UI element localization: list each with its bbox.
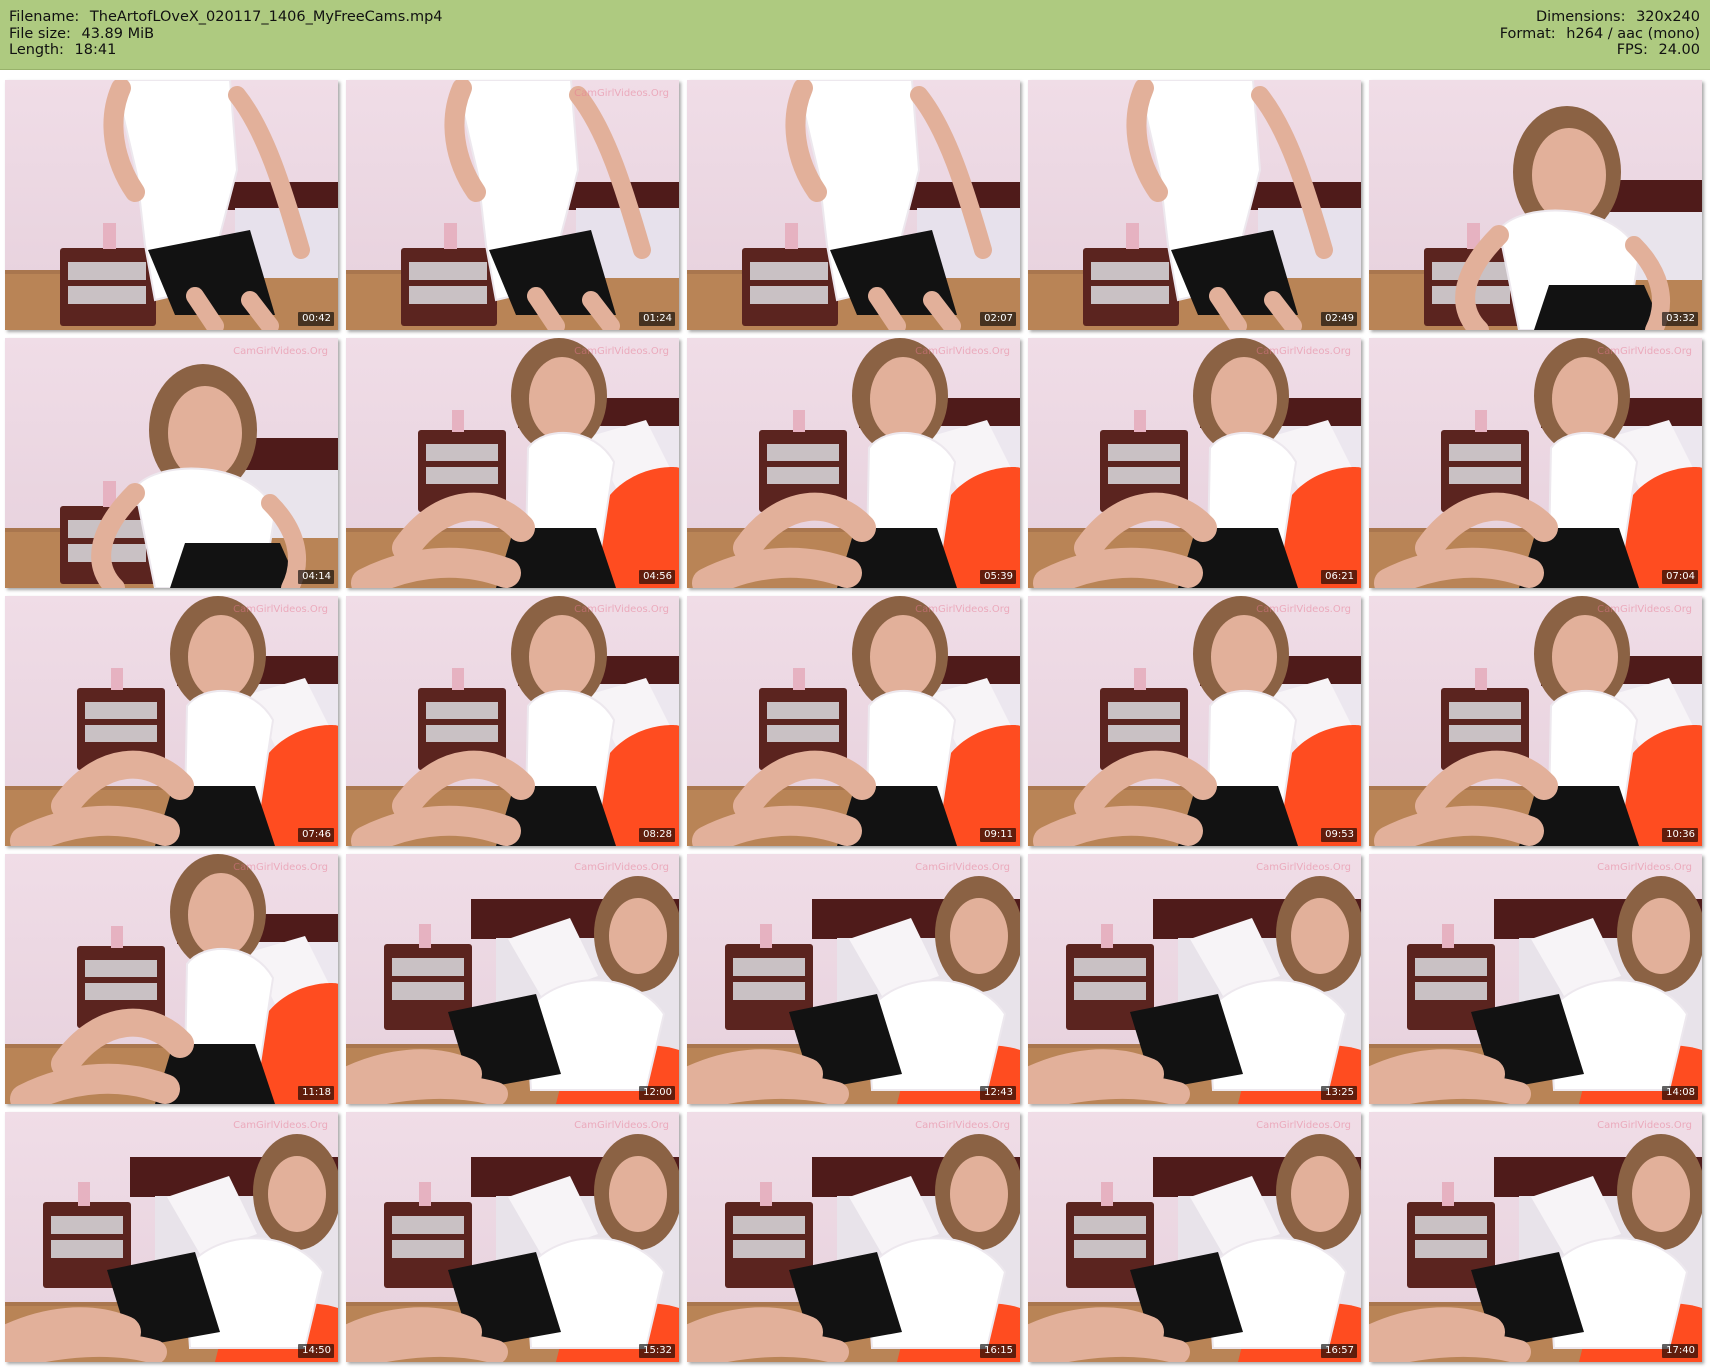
length-value: 18:41: [74, 42, 117, 58]
format-label: Format:: [1499, 25, 1556, 42]
video-thumbnail[interactable]: CamGirlVideos.Org 07:46: [5, 596, 338, 846]
video-thumbnail[interactable]: CamGirlVideos.Org 09:53: [1028, 596, 1361, 846]
video-thumbnail[interactable]: CamGirlVideos.Org 08:28: [346, 596, 679, 846]
video-thumbnail[interactable]: CamGirlVideos.Org 17:40: [1369, 1112, 1702, 1362]
thumbnail-timestamp: 06:21: [1321, 570, 1357, 584]
watermark-text: CamGirlVideos.Org: [1597, 604, 1692, 615]
thumbnail-timestamp: 14:08: [1662, 1086, 1698, 1100]
video-thumbnail[interactable]: CamGirlVideos.Org 07:04: [1369, 338, 1702, 588]
video-thumbnail[interactable]: 03:32: [1369, 80, 1702, 330]
video-thumbnail[interactable]: CamGirlVideos.Org 06:21: [1028, 338, 1361, 588]
watermark-text: CamGirlVideos.Org: [1597, 346, 1692, 357]
video-thumbnail[interactable]: CamGirlVideos.Org 16:15: [687, 1112, 1020, 1362]
watermark-text: CamGirlVideos.Org: [1256, 862, 1351, 873]
length-row: Length: 18:41: [9, 42, 443, 59]
watermark-text: CamGirlVideos.Org: [1256, 346, 1351, 357]
video-thumbnail[interactable]: CamGirlVideos.Org 12:43: [687, 854, 1020, 1104]
fps-row: FPS: 24.00: [1500, 42, 1700, 59]
watermark-text: CamGirlVideos.Org: [1597, 1120, 1692, 1131]
thumbnail-timestamp: 12:00: [639, 1086, 675, 1100]
video-thumbnail[interactable]: CamGirlVideos.Org 01:24: [346, 80, 679, 330]
format-row: Format: h264 / aac (mono): [1500, 26, 1700, 43]
thumbnail-timestamp: 05:39: [980, 570, 1016, 584]
watermark-text: CamGirlVideos.Org: [233, 1120, 328, 1131]
filesize-row: File size: 43.89 MiB: [9, 26, 443, 43]
watermark-text: CamGirlVideos.Org: [574, 862, 669, 873]
video-thumbnail[interactable]: CamGirlVideos.Org 14:50: [5, 1112, 338, 1362]
watermark-text: CamGirlVideos.Org: [915, 346, 1010, 357]
dimensions-label: Dimensions:: [1535, 9, 1626, 25]
thumbnail-timestamp: 12:43: [980, 1086, 1016, 1100]
filesize-label: File size:: [9, 25, 71, 42]
thumbnail-timestamp: 10:36: [1662, 828, 1698, 842]
thumbnail-timestamp: 02:07: [980, 312, 1016, 326]
fps-value: 24.00: [1658, 42, 1700, 58]
thumbnail-timestamp: 08:28: [639, 828, 675, 842]
video-thumbnail[interactable]: CamGirlVideos.Org 04:56: [346, 338, 679, 588]
thumbnail-timestamp: 09:11: [980, 828, 1016, 842]
watermark-text: CamGirlVideos.Org: [1256, 604, 1351, 615]
thumbnail-timestamp: 09:53: [1321, 828, 1357, 842]
thumbnail-timestamp: 07:04: [1662, 570, 1698, 584]
format-value: h264 / aac (mono): [1566, 25, 1700, 42]
video-thumbnail[interactable]: CamGirlVideos.Org 09:11: [687, 596, 1020, 846]
watermark-text: CamGirlVideos.Org: [1597, 862, 1692, 873]
thumbnail-timestamp: 04:56: [639, 570, 675, 584]
filesize-value: 43.89 MiB: [81, 25, 155, 42]
file-info-right: Dimensions: 320x240 Format: h264 / aac (…: [1500, 9, 1700, 59]
dimensions-row: Dimensions: 320x240: [1500, 9, 1700, 26]
watermark-text: CamGirlVideos.Org: [1256, 1120, 1351, 1131]
video-thumbnail[interactable]: 02:49: [1028, 80, 1361, 330]
thumbnail-timestamp: 00:42: [298, 312, 334, 326]
watermark-text: CamGirlVideos.Org: [915, 604, 1010, 615]
length-label: Length:: [9, 42, 64, 58]
thumbnail-timestamp: 14:50: [298, 1344, 334, 1358]
watermark-text: CamGirlVideos.Org: [574, 604, 669, 615]
watermark-text: CamGirlVideos.Org: [233, 346, 328, 357]
thumbnail-timestamp: 11:18: [298, 1086, 334, 1100]
video-thumbnail[interactable]: CamGirlVideos.Org 14:08: [1369, 854, 1702, 1104]
dimensions-value: 320x240: [1636, 9, 1700, 25]
filename-label: Filename:: [9, 9, 80, 25]
video-thumbnail[interactable]: CamGirlVideos.Org 10:36: [1369, 596, 1702, 846]
watermark-text: CamGirlVideos.Org: [574, 1120, 669, 1131]
video-thumbnail[interactable]: CamGirlVideos.Org 05:39: [687, 338, 1020, 588]
video-thumbnail[interactable]: CamGirlVideos.Org 15:32: [346, 1112, 679, 1362]
fps-label: FPS:: [1616, 42, 1648, 58]
thumbnail-timestamp: 17:40: [1662, 1344, 1698, 1358]
thumbnail-timestamp: 16:15: [980, 1344, 1016, 1358]
video-thumbnail[interactable]: CamGirlVideos.Org 12:00: [346, 854, 679, 1104]
filename-row: Filename: TheArtofLOveX_020117_1406_MyFr…: [9, 9, 443, 26]
thumbnail-timestamp: 03:32: [1662, 312, 1698, 326]
watermark-text: CamGirlVideos.Org: [574, 88, 669, 99]
watermark-text: CamGirlVideos.Org: [574, 346, 669, 357]
video-thumbnail[interactable]: CamGirlVideos.Org 16:57: [1028, 1112, 1361, 1362]
video-thumbnail[interactable]: CamGirlVideos.Org 13:25: [1028, 854, 1361, 1104]
thumbnail-timestamp: 15:32: [639, 1344, 675, 1358]
video-info-header: Filename: TheArtofLOveX_020117_1406_MyFr…: [0, 0, 1710, 70]
thumbnail-timestamp: 16:57: [1321, 1344, 1357, 1358]
thumbnail-timestamp: 13:25: [1321, 1086, 1357, 1100]
watermark-text: CamGirlVideos.Org: [915, 1120, 1010, 1131]
watermark-text: CamGirlVideos.Org: [233, 604, 328, 615]
thumbnail-grid: 00:42 CamGirlVideos.Org 01:24 02:07 02:4…: [5, 80, 1705, 1362]
thumbnail-timestamp: 02:49: [1321, 312, 1357, 326]
thumbnail-timestamp: 01:24: [639, 312, 675, 326]
watermark-text: CamGirlVideos.Org: [915, 862, 1010, 873]
video-thumbnail[interactable]: 02:07: [687, 80, 1020, 330]
video-thumbnail[interactable]: CamGirlVideos.Org 04:14: [5, 338, 338, 588]
thumbnail-timestamp: 04:14: [298, 570, 334, 584]
watermark-text: CamGirlVideos.Org: [233, 862, 328, 873]
file-info-left: Filename: TheArtofLOveX_020117_1406_MyFr…: [9, 9, 443, 59]
video-thumbnail[interactable]: 00:42: [5, 80, 338, 330]
filename-value: TheArtofLOveX_020117_1406_MyFreeCams.mp4: [89, 9, 443, 25]
video-thumbnail[interactable]: CamGirlVideos.Org 11:18: [5, 854, 338, 1104]
thumbnail-timestamp: 07:46: [298, 828, 334, 842]
